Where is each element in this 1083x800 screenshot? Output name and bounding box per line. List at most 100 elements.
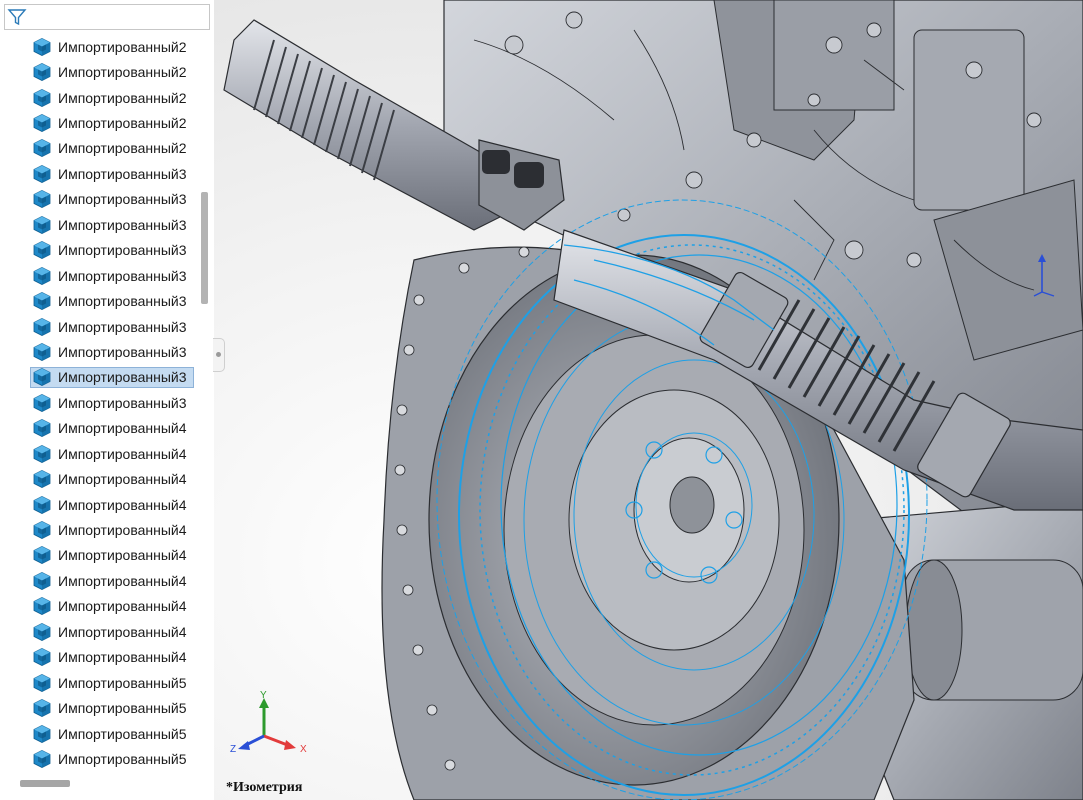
tree-item-5[interactable]: Импортированный2 <box>0 136 196 161</box>
imported-part-cube-icon <box>33 444 51 463</box>
triad-x-label: X <box>300 744 307 755</box>
tree-item-25[interactable]: Импортированный4 <box>0 645 196 670</box>
view-orientation-label: *Изометрия <box>226 780 303 795</box>
tree-item-label: Импортированный4 <box>58 471 187 488</box>
imported-part-cube-icon <box>33 266 51 285</box>
tree-item-19[interactable]: Импортированный4 <box>0 492 196 517</box>
feature-tree-list: Импортированный2 Импортированный2 Импорт… <box>0 34 196 774</box>
tree-item-label: Импортированный4 <box>58 445 187 462</box>
imported-part-cube-icon <box>33 292 51 311</box>
imported-part-cube-icon <box>33 597 51 616</box>
tree-item-label: Импортированный3 <box>58 242 187 259</box>
tree-item-label: Импортированный4 <box>58 623 187 640</box>
imported-part-cube-icon <box>33 63 51 82</box>
tree-item-4[interactable]: Импортированный2 <box>0 110 196 135</box>
tree-item-2[interactable]: Импортированный2 <box>0 59 196 84</box>
tree-item-7[interactable]: Импортированный3 <box>0 187 196 212</box>
imported-part-cube-icon <box>33 419 51 438</box>
tree-horizontal-scrollbar[interactable] <box>0 776 196 792</box>
imported-part-cube-icon <box>33 393 51 412</box>
tree-horizontal-scroll-thumb[interactable] <box>20 780 70 787</box>
view-orientation-triad[interactable]: Y X Z <box>228 690 318 760</box>
tree-item-10[interactable]: Импортированный3 <box>0 263 196 288</box>
tree-item-16[interactable]: Импортированный4 <box>0 416 196 441</box>
imported-part-cube-icon <box>33 241 51 260</box>
tree-item-label: Импортированный4 <box>58 420 187 437</box>
imported-part-cube-icon <box>33 470 51 489</box>
tree-item-label: Импортированный3 <box>58 216 187 233</box>
triad-y-label: Y <box>260 690 267 701</box>
filter-funnel-icon[interactable] <box>7 7 27 27</box>
tree-item-label: Импортированный3 <box>58 394 187 411</box>
imported-part-cube-icon <box>33 215 51 234</box>
tree-item-6[interactable]: Импортированный3 <box>0 161 196 186</box>
tree-item-label: Импортированный3 <box>58 191 187 208</box>
tree-item-label: Импортированный3 <box>58 318 187 335</box>
tree-item-label: Импортированный2 <box>58 140 187 157</box>
tree-item-label: Импортированный5 <box>58 725 187 742</box>
tree-item-label: Импортированный2 <box>58 89 187 106</box>
tree-item-28[interactable]: Импортированный5 <box>0 721 196 746</box>
tree-item-24[interactable]: Импортированный4 <box>0 619 196 644</box>
imported-part-cube-icon <box>33 750 51 768</box>
tree-item-label: Импортированный5 <box>58 750 187 767</box>
panel-collapse-handle[interactable] <box>213 338 225 372</box>
imported-part-cube-icon <box>33 190 51 209</box>
imported-part-cube-icon <box>33 164 51 183</box>
imported-part-cube-icon <box>33 571 51 590</box>
imported-part-cube-icon <box>33 139 51 158</box>
imported-part-cube-icon <box>33 37 51 56</box>
tree-item-1[interactable]: Импортированный2 <box>0 34 196 59</box>
tree-item-21[interactable]: Импортированный4 <box>0 543 196 568</box>
tree-item-label: Импортированный4 <box>58 522 187 539</box>
tree-item-label: Импортированный4 <box>58 496 187 513</box>
tree-item-label: Импортированный4 <box>58 649 187 666</box>
tree-vertical-scroll-thumb[interactable] <box>201 192 208 304</box>
tree-item-18[interactable]: Импортированный4 <box>0 466 196 491</box>
imported-part-cube-icon <box>33 317 51 336</box>
tree-item-label: Импортированный3 <box>58 293 187 310</box>
tree-item-13[interactable]: Импортированный3 <box>0 339 196 364</box>
engine-3d-model[interactable] <box>214 0 1083 800</box>
tree-item-15[interactable]: Импортированный3 <box>0 390 196 415</box>
tree-item-label: Импортированный3 <box>58 165 187 182</box>
imported-part-cube-icon <box>33 343 51 361</box>
tree-filter-bar[interactable] <box>4 4 210 30</box>
tree-item-label: Импортированный4 <box>58 598 187 615</box>
imported-part-cube-icon <box>33 495 51 514</box>
imported-part-cube-icon <box>33 521 51 539</box>
imported-part-cube-icon <box>33 648 51 667</box>
imported-part-cube-icon <box>33 546 51 565</box>
tree-item-27[interactable]: Импортированный5 <box>0 695 196 720</box>
imported-part-cube-icon <box>33 622 51 641</box>
tree-item-29[interactable]: Импортированный5 <box>0 746 196 771</box>
tree-item-8[interactable]: Импортированный3 <box>0 212 196 237</box>
imported-part-cube-icon <box>33 673 51 692</box>
tree-item-label: Импортированный3 <box>58 343 187 360</box>
tree-item-17[interactable]: Импортированный4 <box>0 441 196 466</box>
tree-item-label: Импортированный3 <box>58 369 187 386</box>
tree-item-12[interactable]: Импортированный3 <box>0 314 196 339</box>
tree-item-label: Импортированный4 <box>58 572 187 589</box>
feature-tree-panel: Импортированный2 Импортированный2 Импорт… <box>0 0 215 800</box>
imported-part-cube-icon <box>33 88 51 107</box>
reference-triad-mini <box>1033 254 1055 297</box>
tree-item-23[interactable]: Импортированный4 <box>0 594 196 619</box>
triad-z-label: Z <box>230 744 236 755</box>
tree-item-11[interactable]: Импортированный3 <box>0 288 196 313</box>
tree-item-label: Импортированный2 <box>58 115 187 132</box>
tree-item-label: Импортированный2 <box>58 38 187 55</box>
tree-item-20[interactable]: Импортированный4 <box>0 517 196 542</box>
tree-vertical-scrollbar[interactable] <box>199 34 211 774</box>
tree-item-label: Импортированный5 <box>58 674 187 691</box>
tree-item-label: Импортированный4 <box>58 547 187 564</box>
tree-item-label: Импортированный3 <box>58 267 187 284</box>
tree-item-26[interactable]: Импортированный5 <box>0 670 196 695</box>
tree-item-label: Импортированный2 <box>58 64 187 81</box>
tree-item-14[interactable]: Импортированный3 <box>0 365 196 390</box>
tree-item-22[interactable]: Импортированный4 <box>0 568 196 593</box>
graphics-viewport[interactable]: Y X Z *Изометрия <box>214 0 1083 800</box>
imported-part-cube-icon <box>33 724 51 743</box>
tree-item-3[interactable]: Импортированный2 <box>0 85 196 110</box>
tree-item-9[interactable]: Импортированный3 <box>0 238 196 263</box>
